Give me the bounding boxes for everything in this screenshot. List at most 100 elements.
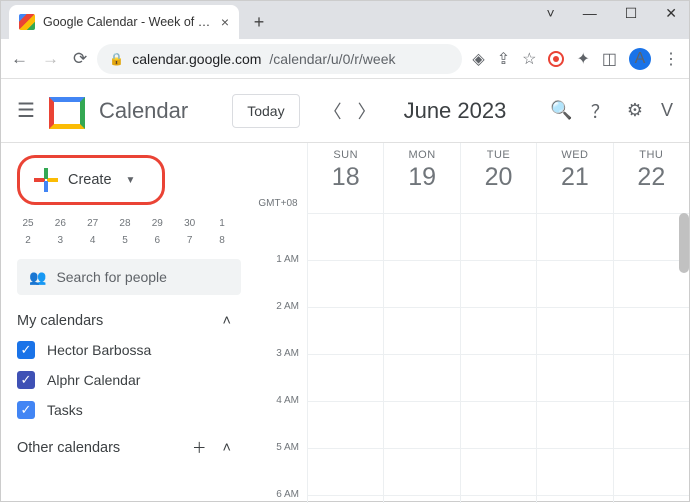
day-header[interactable]: TUE 20 xyxy=(460,143,536,213)
create-button[interactable]: Create ▼ xyxy=(24,162,158,198)
time-slot[interactable] xyxy=(613,355,689,401)
new-tab-button[interactable]: + xyxy=(245,8,273,36)
create-button-highlight: Create ▼ xyxy=(17,155,165,205)
minimize-icon[interactable]: ― xyxy=(583,5,597,22)
hour-label: 5 AM xyxy=(249,442,307,489)
hour-label: 2 AM xyxy=(249,301,307,348)
time-slot[interactable] xyxy=(307,449,383,495)
prev-week-icon[interactable]: 〈 xyxy=(324,98,342,124)
today-button[interactable]: Today xyxy=(232,94,299,128)
time-slot[interactable] xyxy=(307,308,383,354)
time-slot[interactable] xyxy=(307,402,383,448)
calendar-item[interactable]: ✓ Alphr Calendar xyxy=(17,371,241,389)
hour-row: 1 AM xyxy=(249,260,689,307)
time-slot[interactable] xyxy=(536,308,612,354)
chevron-down-icon[interactable]: ˅ xyxy=(547,5,555,22)
extensions-icon[interactable]: ✦ xyxy=(576,49,589,69)
time-slot[interactable] xyxy=(307,261,383,307)
profile-avatar[interactable]: A xyxy=(629,48,651,70)
day-header[interactable]: WED 21 xyxy=(536,143,612,213)
calendar-item[interactable]: ✓ Hector Barbossa xyxy=(17,341,241,359)
my-calendars-header[interactable]: My calendars ˄ xyxy=(17,313,241,329)
settings-gear-icon[interactable]: ⚙ xyxy=(627,100,643,121)
next-week-icon[interactable]: 〉 xyxy=(358,98,376,124)
tab-title: Google Calendar - Week of June xyxy=(43,15,213,29)
day-header[interactable]: SUN 18 xyxy=(307,143,383,213)
lock-icon: 🔒 xyxy=(109,52,124,66)
hour-row: 5 AM xyxy=(249,448,689,495)
mini-calendar[interactable]: 25 26 27 28 29 30 1 2 3 4 5 6 7 8 xyxy=(17,215,241,249)
calendar-grid[interactable]: GMT+08 SUN 18 MON 19 TUE 20 WED 21 THU 2… xyxy=(249,143,689,503)
sidebar: Create ▼ 25 26 27 28 29 30 1 2 3 4 5 6 7 xyxy=(1,143,249,503)
calendar-favicon xyxy=(19,14,35,30)
time-slot[interactable] xyxy=(536,214,612,260)
time-slot[interactable] xyxy=(613,214,689,260)
time-slot[interactable] xyxy=(460,261,536,307)
bookmark-star-icon[interactable]: ☆ xyxy=(522,49,536,69)
calendar-item[interactable]: ✓ Tasks xyxy=(17,401,241,419)
time-slot[interactable] xyxy=(613,308,689,354)
tab-close-icon[interactable]: × xyxy=(221,14,229,30)
collapse-icon[interactable]: ˄ xyxy=(223,440,231,456)
reload-icon[interactable]: ⟳ xyxy=(73,49,87,69)
time-slot[interactable] xyxy=(383,261,459,307)
close-icon[interactable]: ✕ xyxy=(665,5,677,22)
mini-cal-row: 2 3 4 5 6 7 8 xyxy=(17,232,241,249)
month-label: June 2023 xyxy=(404,98,507,124)
kebab-menu-icon[interactable]: ⋮ xyxy=(663,49,679,69)
calendar-item-label: Hector Barbossa xyxy=(47,342,151,358)
add-other-calendar-icon[interactable]: ＋ xyxy=(192,437,207,458)
hour-row: 3 AM xyxy=(249,354,689,401)
plus-icon xyxy=(34,168,58,192)
checkbox-icon[interactable]: ✓ xyxy=(17,341,35,359)
calendar-item-label: Tasks xyxy=(47,402,83,418)
hour-row: 4 AM xyxy=(249,401,689,448)
sidepanel-icon[interactable]: ◫ xyxy=(602,49,617,69)
scrollbar[interactable] xyxy=(679,213,689,273)
hour-label: 3 AM xyxy=(249,348,307,395)
time-slot[interactable] xyxy=(460,402,536,448)
time-slot[interactable] xyxy=(536,261,612,307)
help-icon[interactable]: ？ xyxy=(591,98,609,124)
time-slot[interactable] xyxy=(460,214,536,260)
time-slot[interactable] xyxy=(383,355,459,401)
search-icon[interactable]: 🔍 xyxy=(550,100,572,121)
time-slot[interactable] xyxy=(613,402,689,448)
time-slot[interactable] xyxy=(536,449,612,495)
other-calendars-label: Other calendars xyxy=(17,440,120,456)
time-slot[interactable] xyxy=(383,214,459,260)
time-slot[interactable] xyxy=(460,449,536,495)
my-calendars-label: My calendars xyxy=(17,313,103,329)
forward-icon: → xyxy=(42,49,59,69)
time-slot[interactable] xyxy=(383,308,459,354)
time-slot[interactable] xyxy=(613,261,689,307)
eye-icon[interactable]: ◈ xyxy=(472,49,484,69)
day-header[interactable]: THU 22 xyxy=(613,143,689,213)
back-icon[interactable]: ← xyxy=(11,49,28,69)
share-icon[interactable]: ⇪ xyxy=(497,49,510,69)
day-header[interactable]: MON 19 xyxy=(383,143,459,213)
create-label: Create xyxy=(68,172,112,188)
checkbox-icon[interactable]: ✓ xyxy=(17,401,35,419)
time-slot[interactable] xyxy=(460,355,536,401)
hour-row: 2 AM xyxy=(249,307,689,354)
time-slot[interactable] xyxy=(383,402,459,448)
address-bar[interactable]: 🔒 calendar.google.com/calendar/u/0/r/wee… xyxy=(97,44,462,74)
main-menu-icon[interactable]: ☰ xyxy=(17,98,35,123)
time-slot[interactable] xyxy=(383,449,459,495)
maximize-icon[interactable]: ☐ xyxy=(625,5,638,22)
browser-tab[interactable]: Google Calendar - Week of June × xyxy=(9,5,239,39)
time-slot[interactable] xyxy=(307,355,383,401)
checkbox-icon[interactable]: ✓ xyxy=(17,371,35,389)
time-slot[interactable] xyxy=(536,355,612,401)
collapse-icon[interactable]: ˄ xyxy=(223,313,231,329)
time-slot[interactable] xyxy=(613,449,689,495)
other-calendars-header[interactable]: Other calendars ＋ ˄ xyxy=(17,437,241,458)
time-slot[interactable] xyxy=(460,308,536,354)
recorder-icon[interactable] xyxy=(548,51,564,67)
view-switcher[interactable]: V xyxy=(661,100,673,121)
search-people-input[interactable]: 👥 Search for people xyxy=(17,259,241,295)
url-path: /calendar/u/0/r/week xyxy=(269,51,395,67)
time-slot[interactable] xyxy=(307,214,383,260)
time-slot[interactable] xyxy=(536,402,612,448)
